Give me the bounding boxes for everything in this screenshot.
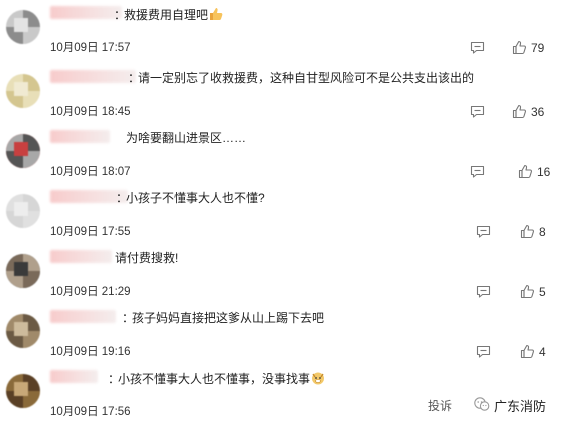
comment-body: 小孩子不懂事大人也不懂? <box>126 191 265 205</box>
thumbs-up-icon <box>512 40 527 55</box>
avatar[interactable] <box>6 74 40 108</box>
avatar[interactable] <box>6 194 40 228</box>
thumbs-up-icon <box>520 284 535 299</box>
reply-icon[interactable] <box>476 225 491 238</box>
comment-timestamp: 10月09日 18:45 <box>50 106 131 118</box>
name-separator: ： <box>108 372 121 386</box>
comment-body: 请一定别忘了收救援费，这种自甘型风险可不是公共支出该出的 <box>138 71 475 85</box>
avatar[interactable] <box>6 10 40 44</box>
like-count: 16 <box>537 165 551 179</box>
thumbs-up-icon <box>518 164 533 179</box>
account-name[interactable]: 广东消防 <box>494 396 546 415</box>
comment-timestamp: 10月09日 17:55 <box>50 226 131 238</box>
comment-text: ：小孩不懂事大人也不懂事，没事找事 <box>108 371 325 386</box>
doge-emoji <box>311 371 325 385</box>
comment-text: ：小孩子不懂事大人也不懂? <box>116 191 265 205</box>
thumbs-up-emoji <box>209 7 223 20</box>
comment-timestamp: 10月09日 17:57 <box>50 42 131 54</box>
name-separator: ： <box>122 311 135 325</box>
comment-item: 为啥要翻山进景区…… 10月09日 18:07 16 <box>0 126 566 186</box>
thumbs-up-icon <box>520 344 535 359</box>
comment-item: ：请一定别忘了收救援费，这种自甘型风险可不是公共支出该出的 10月09日 18:4… <box>0 66 566 126</box>
reply-icon[interactable] <box>470 41 485 54</box>
comment-timestamp: 10月09日 18:07 <box>50 166 131 178</box>
like-count: 4 <box>539 345 546 359</box>
username-redacted[interactable] <box>50 250 112 263</box>
reply-icon[interactable] <box>476 285 491 298</box>
avatar[interactable] <box>6 254 40 288</box>
comment-text: ：请一定别忘了收救援费，这种自甘型风险可不是公共支出该出的 <box>128 71 475 85</box>
comment-item: ：小孩子不懂事大人也不懂? 10月09日 17:55 8 <box>0 186 566 246</box>
article-footer: 投诉 广东消防 <box>0 390 566 423</box>
comment-text: 请付费搜救! <box>115 251 178 265</box>
like-count: 8 <box>539 225 546 239</box>
username-redacted[interactable] <box>50 310 116 323</box>
comment-text: ：孩子妈妈直接把这爹从山上踢下去吧 <box>122 311 325 325</box>
comment-body: 请付费搜救! <box>115 251 179 265</box>
username-redacted[interactable] <box>50 70 136 83</box>
comment-list: ：救援费用自理吧 10月09日 17:57 79 ：请一定别忘了收救援费，这种自甘型风… <box>0 0 566 423</box>
thumbs-up-icon <box>520 224 535 239</box>
comment-text: ：救援费用自理吧 <box>114 7 223 22</box>
report-link[interactable]: 投诉 <box>428 397 452 414</box>
comment-body: 孩子妈妈直接把这爹从山上踢下去吧 <box>132 311 325 325</box>
wechat-account-icon <box>474 397 490 411</box>
avatar[interactable] <box>6 314 40 348</box>
name-separator: ： <box>116 191 129 205</box>
username-redacted[interactable] <box>50 370 98 383</box>
comment-item: ：孩子妈妈直接把这爹从山上踢下去吧 10月09日 19:16 4 <box>0 306 566 366</box>
like-count: 79 <box>531 41 545 55</box>
like-count: 5 <box>539 285 546 299</box>
name-separator: ： <box>128 71 141 85</box>
reply-icon[interactable] <box>470 105 485 118</box>
comment-timestamp: 10月09日 19:16 <box>50 346 131 358</box>
comment-body: 为啥要翻山进景区…… <box>126 131 247 145</box>
avatar[interactable] <box>6 134 40 168</box>
thumbs-up-icon <box>512 104 527 119</box>
comment-body: 救援费用自理吧 <box>124 8 209 22</box>
name-separator: ： <box>114 8 127 22</box>
username-redacted[interactable] <box>50 130 110 143</box>
comment-timestamp: 10月09日 21:29 <box>50 286 131 298</box>
reply-icon[interactable] <box>476 345 491 358</box>
comment-item: ：救援费用自理吧 10月09日 17:57 79 <box>0 2 566 62</box>
username-redacted[interactable] <box>50 6 122 19</box>
comment-item: 请付费搜救! 10月09日 21:29 5 <box>0 246 566 306</box>
reply-icon[interactable] <box>470 165 485 178</box>
comment-text: 为啥要翻山进景区…… <box>126 131 246 145</box>
like-count: 36 <box>531 105 545 119</box>
comment-body: 小孩不懂事大人也不懂事，没事找事 <box>118 372 311 386</box>
